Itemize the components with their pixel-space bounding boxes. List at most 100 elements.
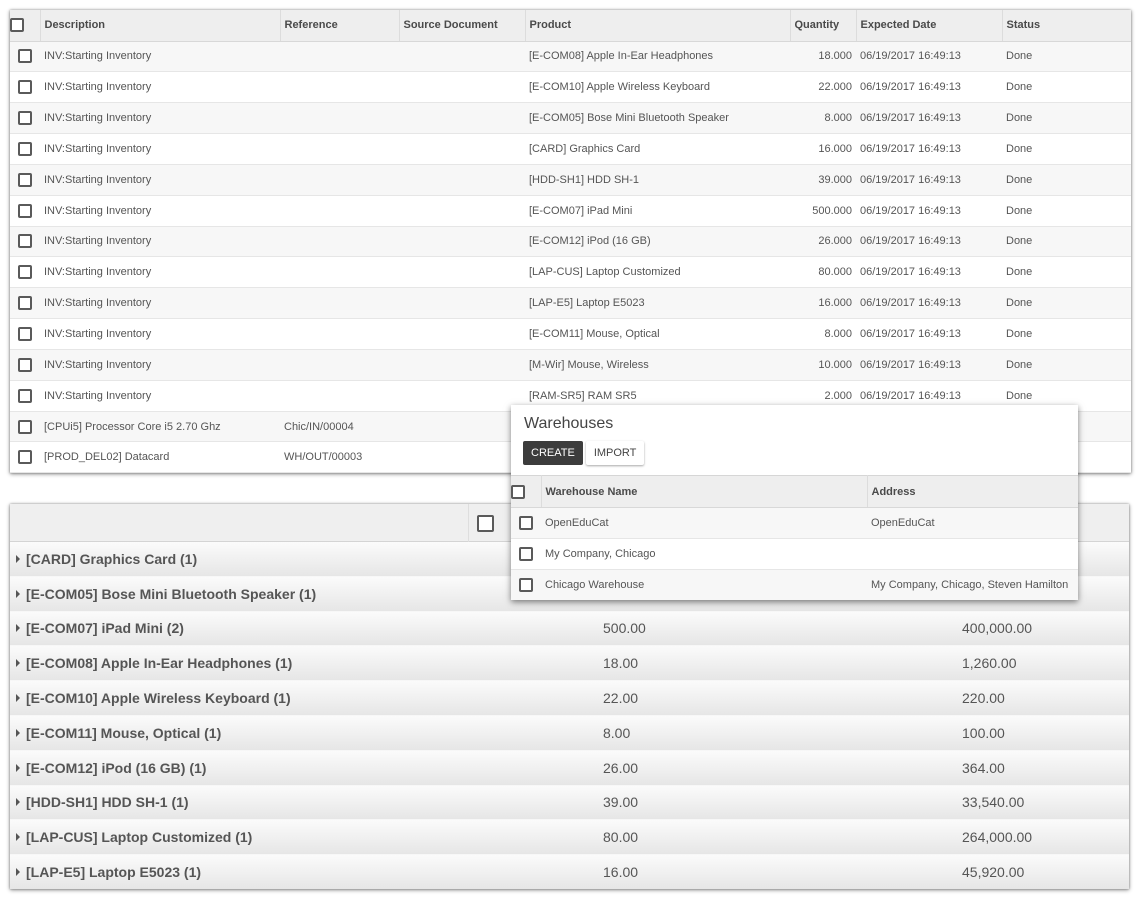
reference-cell [280, 226, 399, 258]
table-row[interactable]: My Company, Chicago [511, 538, 1078, 570]
product-cell: [HDD-SH1] HDD SH-1 [525, 164, 790, 196]
group-row[interactable]: [E-COM07] iPad Mini (2) 500.00 400,000.00 [10, 611, 1129, 647]
table-row[interactable]: INV:Starting Inventory [E-COM10] Apple Wi… [10, 71, 1131, 104]
description-cell: INV:Starting Inventory [40, 226, 280, 258]
select-all-checkbox[interactable] [511, 484, 525, 499]
column-header-address[interactable]: Address [867, 475, 1078, 508]
row-checkbox[interactable] [18, 265, 32, 280]
row-checkbox[interactable] [18, 111, 32, 126]
expected-date-cell: 06/19/2017 16:49:13 [856, 226, 1002, 258]
warehouse-name-cell: My Company, Chicago [541, 538, 867, 570]
row-checkbox[interactable] [18, 296, 32, 311]
row-select-cell [10, 411, 40, 443]
group-label: [LAP-CUS] Laptop Customized (1) [26, 829, 253, 846]
import-button[interactable]: IMPORT [585, 441, 645, 465]
reference-cell [280, 287, 399, 320]
table-row[interactable]: INV:Starting Inventory [LAP-E5] Laptop E5… [10, 287, 1131, 320]
column-header-description[interactable]: Description [40, 10, 281, 42]
table-row[interactable]: Chicago Warehouse My Company, Chicago, St… [511, 569, 1078, 600]
row-checkbox[interactable] [18, 388, 32, 403]
group-row[interactable]: [E-COM08] Apple In-Ear Headphones (1) 18.… [10, 646, 1129, 682]
create-button[interactable]: CREATE [523, 441, 583, 465]
group-label: [CARD] Graphics Card (1) [26, 550, 198, 567]
row-checkbox[interactable] [519, 547, 533, 561]
group-quantity: 26.00 [603, 759, 639, 776]
reference-cell [280, 380, 399, 412]
row-select-cell [10, 102, 40, 135]
group-value: 45,920.00 [962, 864, 1025, 881]
column-header-warehouse-name[interactable]: Warehouse Name [541, 475, 868, 508]
row-checkbox[interactable] [18, 419, 32, 434]
column-header-expected-date[interactable]: Expected Date [856, 10, 1003, 42]
row-checkbox[interactable] [18, 327, 32, 342]
table-row[interactable]: INV:Starting Inventory [E-COM11] Mouse, O… [10, 318, 1131, 350]
group-row[interactable]: [HDD-SH1] HDD SH-1 (1) 39.00 33,540.00 [10, 785, 1129, 821]
row-checkbox[interactable] [519, 516, 533, 530]
table-row[interactable]: INV:Starting Inventory [CARD] Graphics Ca… [10, 133, 1131, 165]
reference-cell [280, 195, 399, 227]
reference-cell [280, 102, 399, 135]
table-row[interactable]: INV:Starting Inventory [HDD-SH1] HDD SH-1… [10, 164, 1131, 196]
caret-right-icon [16, 833, 20, 842]
source-document-cell [399, 411, 525, 443]
row-checkbox[interactable] [18, 450, 32, 465]
caret-right-icon [16, 624, 20, 633]
product-cell: [E-COM10] Apple Wireless Keyboard [525, 71, 790, 104]
warehouses-dialog: Warehouses CREATE IMPORT Warehouse Name … [511, 405, 1078, 600]
group-row[interactable]: [E-COM10] Apple Wireless Keyboard (1) 22.… [10, 681, 1129, 716]
warehouses-table: Warehouse Name Address OpenEduCat OpenEdu… [511, 475, 1078, 600]
source-document-cell [399, 226, 525, 258]
row-checkbox[interactable] [18, 49, 32, 64]
group-row[interactable]: [LAP-CUS] Laptop Customized (1) 80.00 264,… [10, 820, 1129, 856]
column-header-reference[interactable]: Reference [280, 10, 400, 42]
column-header-quantity[interactable]: Quantity [790, 10, 857, 42]
table-row[interactable]: OpenEduCat OpenEduCat [511, 507, 1078, 539]
table-row[interactable]: INV:Starting Inventory [E-COM05] Bose Min… [10, 102, 1131, 135]
row-select-cell [10, 41, 40, 73]
reference-cell [280, 349, 399, 381]
status-cell: Done [1002, 349, 1131, 381]
table-row[interactable]: INV:Starting Inventory [E-COM12] iPod (16… [10, 226, 1131, 258]
group-label: [E-COM10] Apple Wireless Keyboard (1) [26, 690, 291, 707]
source-document-cell [399, 318, 525, 350]
warehouse-name-cell: Chicago Warehouse [541, 569, 867, 600]
row-checkbox[interactable] [519, 578, 533, 592]
column-header-product[interactable]: Product [525, 10, 791, 42]
row-checkbox[interactable] [18, 203, 32, 218]
group-row[interactable]: [LAP-E5] Laptop E5023 (1) 16.00 45,920.00 [10, 855, 1129, 889]
select-all-checkbox[interactable] [477, 515, 494, 532]
caret-right-icon [16, 798, 20, 807]
group-value: 364.00 [962, 759, 1005, 776]
source-document-cell [399, 164, 525, 196]
column-header-source-document[interactable]: Source Document [399, 10, 526, 42]
column-header-status[interactable]: Status [1002, 10, 1131, 42]
row-select-cell [10, 287, 40, 320]
table-row[interactable]: INV:Starting Inventory [E-COM08] Apple In… [10, 41, 1131, 73]
product-cell: [CARD] Graphics Card [525, 133, 790, 165]
row-checkbox[interactable] [18, 141, 32, 156]
table-row[interactable]: INV:Starting Inventory [LAP-CUS] Laptop C… [10, 256, 1131, 289]
group-quantity: 18.00 [603, 655, 639, 672]
description-cell: INV:Starting Inventory [40, 318, 280, 350]
group-label: [E-COM08] Apple In-Ear Headphones (1) [26, 655, 293, 672]
quantity-cell: 500.000 [790, 195, 856, 227]
row-select-cell [10, 441, 40, 473]
select-all-checkbox[interactable] [10, 18, 24, 33]
group-row[interactable]: [E-COM12] iPod (16 GB) (1) 26.00 364.00 [10, 750, 1129, 786]
row-checkbox[interactable] [18, 172, 32, 187]
address-cell [867, 538, 1078, 570]
row-checkbox[interactable] [18, 80, 32, 95]
quantity-cell: 80.000 [790, 256, 856, 289]
row-checkbox[interactable] [18, 234, 32, 249]
row-select-cell [511, 538, 541, 570]
product-cell: [E-COM12] iPod (16 GB) [525, 226, 790, 258]
reference-cell [280, 41, 399, 73]
group-quantity: 8.00 [603, 724, 631, 741]
status-cell: Done [1002, 287, 1131, 320]
group-row[interactable]: [E-COM11] Mouse, Optical (1) 8.00 100.00 [10, 715, 1129, 751]
row-checkbox[interactable] [18, 357, 32, 372]
group-value: 100.00 [962, 724, 1005, 741]
table-row[interactable]: INV:Starting Inventory [M-Wir] Mouse, Wir… [10, 349, 1131, 381]
table-row[interactable]: INV:Starting Inventory [E-COM07] iPad Min… [10, 195, 1131, 227]
product-cell: [M-Wir] Mouse, Wireless [525, 349, 790, 381]
